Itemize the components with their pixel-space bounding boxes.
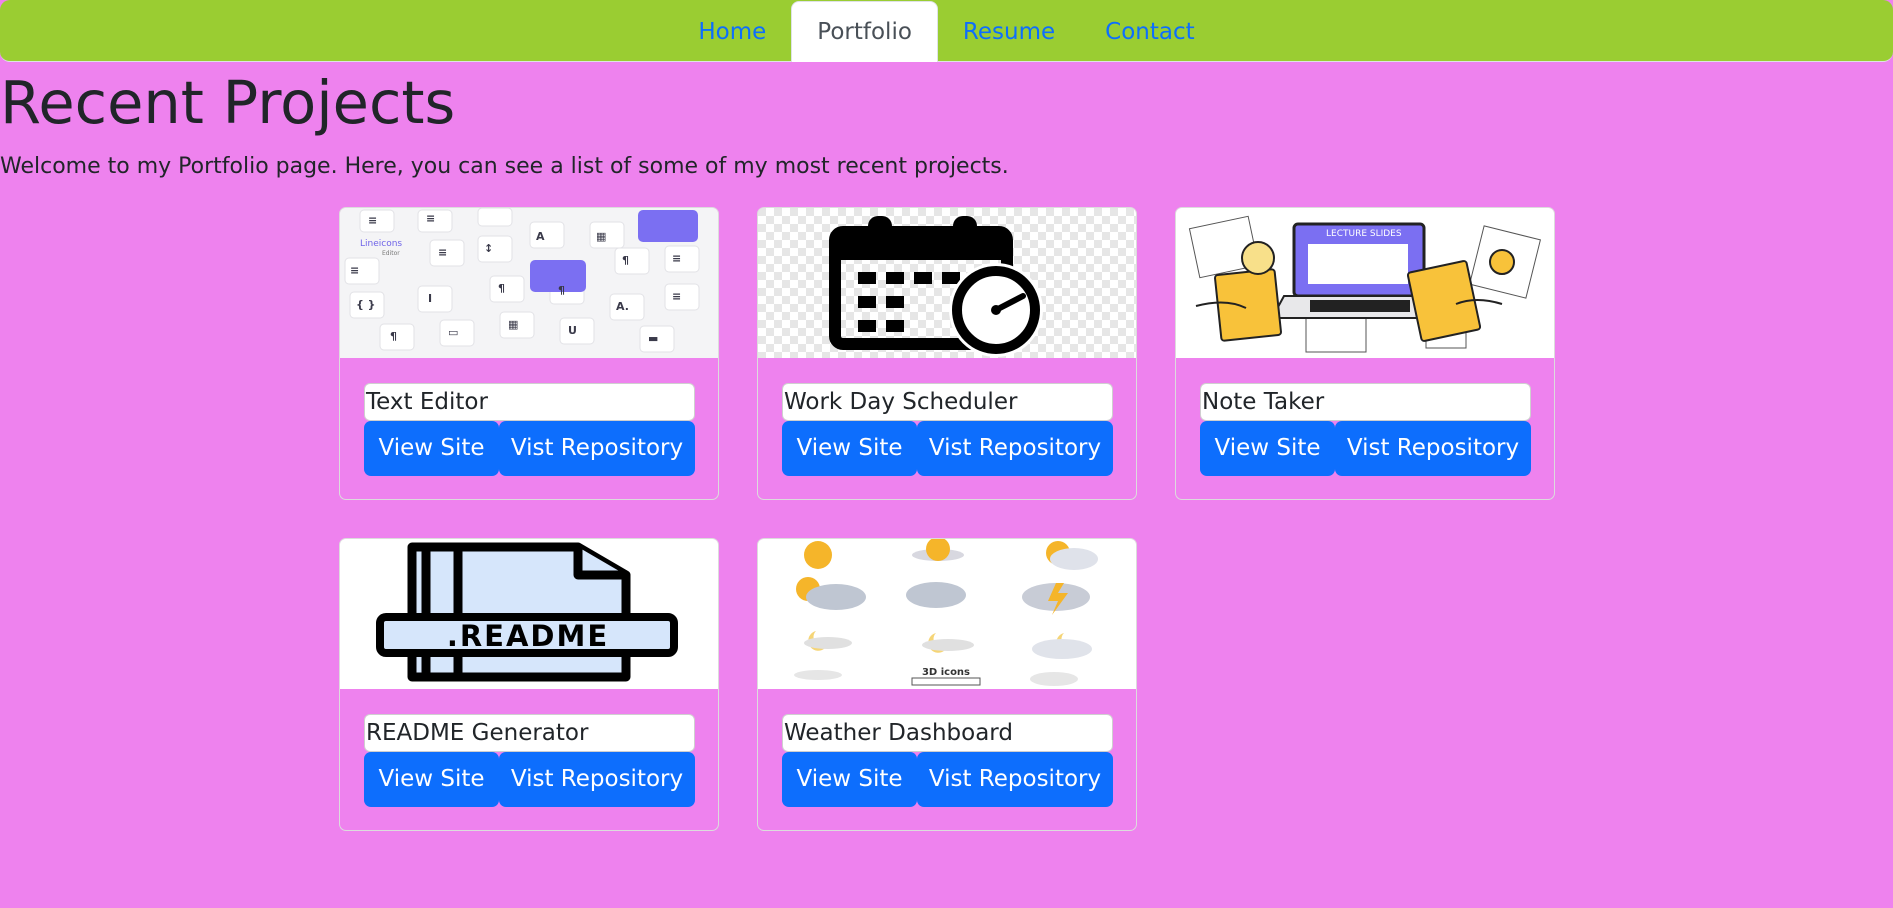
svg-text:≡: ≡ <box>672 290 681 303</box>
project-card-weather-dashboard: 3D icons Weather Dashboard View Site Vis… <box>757 538 1137 831</box>
visit-repository-button[interactable]: Vist Repository <box>917 752 1113 807</box>
svg-text:▦: ▦ <box>596 230 606 243</box>
svg-text:A: A <box>536 230 545 243</box>
view-site-button[interactable]: View Site <box>782 421 917 476</box>
svg-text:≡: ≡ <box>350 264 359 277</box>
svg-text:≡: ≡ <box>368 214 377 227</box>
svg-text:▬: ▬ <box>648 332 658 345</box>
project-title: Weather Dashboard <box>782 714 1113 752</box>
text-editor-icons-image: ≡ ≡ ≡ A ▦ ≡ ↕ ¶ ≡ { } I ¶ A. ≡ ¶ ▭ ▦ U ▬… <box>340 208 718 358</box>
lecture-slides-art: LECTURE SLIDES <box>1176 208 1554 358</box>
readme-file-art: .README <box>340 539 718 689</box>
lineicons-logo-text: Lineicons <box>360 239 402 249</box>
project-title: Work Day Scheduler <box>782 383 1113 421</box>
navbar: Home Portfolio Resume Contact <box>0 0 1893 62</box>
project-card-readme-generator: .README README Generator View Site Vist … <box>339 538 719 831</box>
visit-repository-button[interactable]: Vist Repository <box>1335 421 1531 476</box>
project-title: Text Editor <box>364 383 695 421</box>
svg-text:≡: ≡ <box>426 212 435 225</box>
project-card-note-taker: LECTURE SLIDES Note Taker View Site Vist… <box>1175 207 1555 500</box>
readme-file-icon: .README <box>340 539 718 689</box>
weather-3d-icons-image: 3D icons <box>758 539 1136 689</box>
page-title: Recent Projects <box>0 68 456 137</box>
view-site-button[interactable]: View Site <box>364 421 499 476</box>
visit-repository-button[interactable]: Vist Repository <box>499 421 695 476</box>
view-site-button[interactable]: View Site <box>782 752 917 807</box>
svg-text:↕: ↕ <box>484 242 493 255</box>
text-editor-icons-art: ≡ ≡ ≡ A ▦ ≡ ↕ ¶ ≡ { } I ¶ A. ≡ ¶ ▭ ▦ U ▬… <box>340 208 718 358</box>
svg-text:≡: ≡ <box>438 246 447 259</box>
project-title: Note Taker <box>1200 383 1531 421</box>
svg-text:▦: ▦ <box>508 318 518 331</box>
svg-text:▭: ▭ <box>448 326 458 339</box>
view-site-button[interactable]: View Site <box>1200 421 1335 476</box>
page-intro: Welcome to my Portfolio page. Here, you … <box>0 154 1009 179</box>
project-card-work-day-scheduler: Work Day Scheduler View Site Vist Reposi… <box>757 207 1137 500</box>
svg-text:¶: ¶ <box>390 330 397 343</box>
nav-resume[interactable]: Resume <box>938 1 1080 62</box>
project-card-text-editor: ≡ ≡ ≡ A ▦ ≡ ↕ ¶ ≡ { } I ¶ A. ≡ ¶ ▭ ▦ U ▬… <box>339 207 719 500</box>
visit-repository-button[interactable]: Vist Repository <box>499 752 695 807</box>
nav-home[interactable]: Home <box>673 1 791 62</box>
svg-text:{ }: { } <box>356 298 376 311</box>
nav-tabs: Home Portfolio Resume Contact <box>0 1 1893 62</box>
lecture-slides-text: LECTURE SLIDES <box>1326 229 1402 239</box>
3d-icons-label: 3D icons <box>922 667 970 678</box>
calendar-clock-image <box>758 208 1136 358</box>
visit-repository-button[interactable]: Vist Repository <box>917 421 1113 476</box>
svg-text:U: U <box>568 324 577 337</box>
lecture-slides-illustration: LECTURE SLIDES <box>1176 208 1554 358</box>
svg-text:≡: ≡ <box>672 252 681 265</box>
weather-icons-art: 3D icons <box>758 539 1136 689</box>
lineicons-sub-text: Editor <box>382 250 400 257</box>
readme-label: .README <box>447 619 609 653</box>
svg-text:¶: ¶ <box>622 254 629 267</box>
nav-contact[interactable]: Contact <box>1080 1 1219 62</box>
view-site-button[interactable]: View Site <box>364 752 499 807</box>
nav-portfolio[interactable]: Portfolio <box>791 1 938 62</box>
svg-text:¶: ¶ <box>558 284 565 297</box>
svg-text:¶: ¶ <box>498 282 505 295</box>
calendar-clock-icon <box>758 208 1136 358</box>
svg-text:I: I <box>428 292 432 305</box>
svg-text:A.: A. <box>616 300 629 313</box>
project-title: README Generator <box>364 714 695 752</box>
